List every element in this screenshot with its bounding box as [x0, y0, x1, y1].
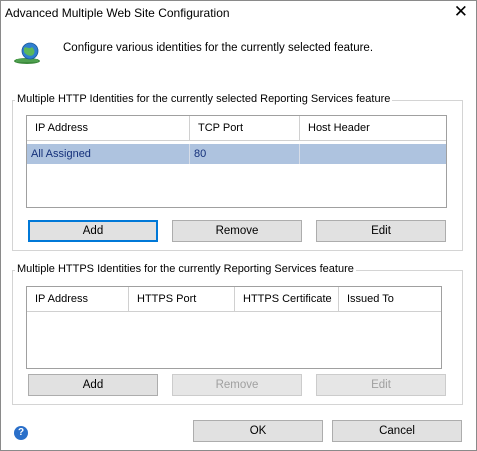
- https-remove-button[interactable]: Remove: [172, 374, 302, 396]
- https-col-https-certificate[interactable]: HTTPS Certificate: [235, 287, 339, 312]
- http-edit-button[interactable]: Edit: [316, 220, 446, 242]
- https-group-legend: Multiple HTTPS Identities for the curren…: [15, 263, 356, 275]
- http-col-tcp-port[interactable]: TCP Port: [190, 116, 300, 141]
- globe-network-icon: [14, 42, 40, 64]
- http-remove-button[interactable]: Remove: [172, 220, 302, 242]
- http-group-legend: Multiple HTTP Identities for the current…: [15, 93, 393, 105]
- cell-ip-address: All Assigned: [27, 144, 190, 164]
- https-table-header: IP Address HTTPS Port HTTPS Certificate …: [27, 287, 441, 312]
- ok-button[interactable]: OK: [193, 420, 323, 442]
- https-col-ip-address[interactable]: IP Address: [27, 287, 129, 312]
- http-col-ip-address[interactable]: IP Address: [27, 116, 190, 141]
- cell-tcp-port: 80: [190, 144, 300, 164]
- dialog-window: Advanced Multiple Web Site Configuration…: [0, 0, 477, 451]
- http-table-header: IP Address TCP Port Host Header: [27, 116, 446, 141]
- cancel-button[interactable]: Cancel: [332, 420, 462, 442]
- help-icon[interactable]: ?: [14, 426, 28, 440]
- http-add-button[interactable]: Add: [28, 220, 158, 242]
- https-col-https-port[interactable]: HTTPS Port: [129, 287, 235, 312]
- https-edit-button[interactable]: Edit: [316, 374, 446, 396]
- cell-host-header: [300, 144, 446, 164]
- https-col-issued-to[interactable]: Issued To: [339, 287, 441, 312]
- http-col-host-header[interactable]: Host Header: [300, 116, 446, 141]
- https-add-button[interactable]: Add: [28, 374, 158, 396]
- window-title: Advanced Multiple Web Site Configuration: [5, 6, 230, 20]
- title-bar[interactable]: Advanced Multiple Web Site Configuration…: [1, 1, 476, 25]
- http-identities-table[interactable]: IP Address TCP Port Host Header All Assi…: [26, 115, 447, 208]
- header-description: Configure various identities for the cur…: [63, 42, 374, 54]
- close-icon[interactable]: ✕: [454, 3, 468, 21]
- table-row[interactable]: All Assigned 80: [27, 144, 446, 164]
- https-identities-table[interactable]: IP Address HTTPS Port HTTPS Certificate …: [26, 286, 442, 369]
